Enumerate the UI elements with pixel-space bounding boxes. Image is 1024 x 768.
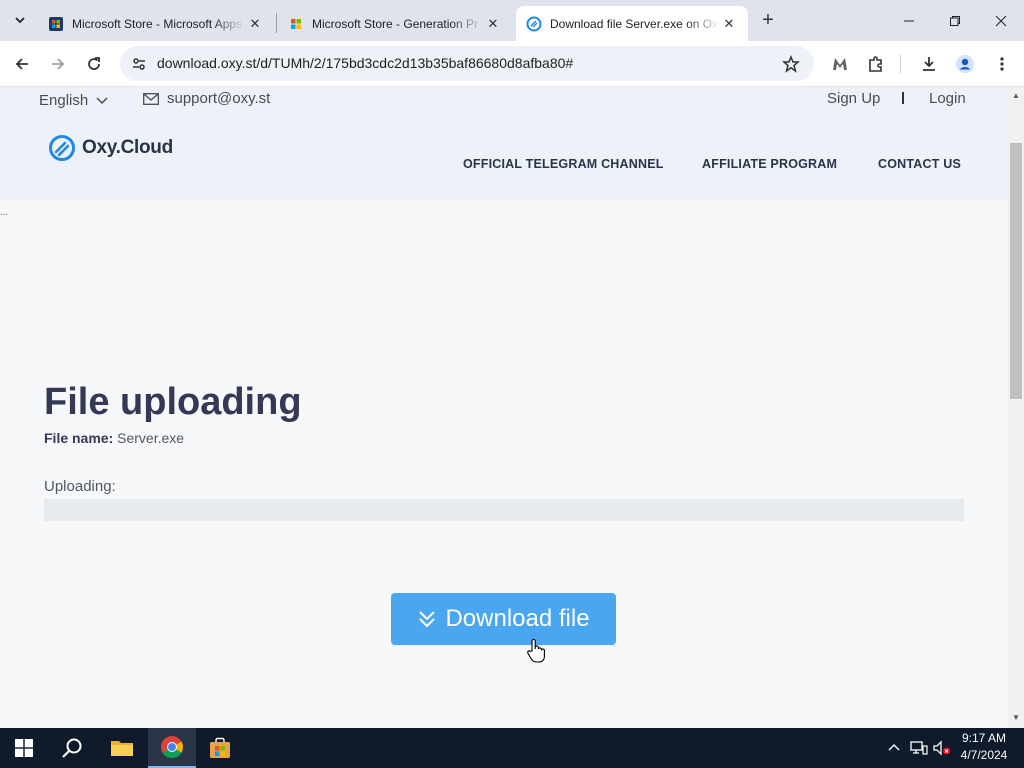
microsoft-store-icon bbox=[48, 16, 64, 32]
clock-date: 4/7/2024 bbox=[960, 748, 1008, 762]
download-icon bbox=[923, 57, 935, 71]
nav-telegram-channel[interactable]: OFFICIAL TELEGRAM CHANNEL bbox=[463, 157, 664, 171]
extensions-button[interactable] bbox=[862, 50, 890, 78]
chrome-taskbar-button[interactable] bbox=[148, 728, 196, 768]
sign-up-link[interactable]: Sign Up bbox=[827, 90, 880, 107]
close-tab-icon[interactable]: ✕ bbox=[246, 15, 264, 33]
windows-taskbar: 9:17 AM 4/7/2024 bbox=[0, 728, 1024, 768]
search-button[interactable] bbox=[48, 728, 96, 768]
edge-text: ... bbox=[0, 207, 9, 218]
language-label: English bbox=[39, 92, 89, 109]
close-tab-icon[interactable]: ✕ bbox=[720, 15, 738, 33]
toolbar-divider bbox=[900, 55, 901, 73]
file-explorer-button[interactable] bbox=[98, 728, 146, 768]
file-name-value: Server.exe bbox=[117, 430, 185, 446]
page-viewport: English support@oxy.st Sign Up Login Oxy… bbox=[0, 87, 1008, 728]
clock-time: 9:17 AM bbox=[961, 731, 1007, 745]
tab-microsoft-store-apps[interactable]: Microsoft Store - Microsoft Apps ✕ bbox=[38, 6, 274, 41]
scroll-down-icon[interactable]: ▼ bbox=[1012, 713, 1020, 722]
minimize-button[interactable] bbox=[886, 0, 932, 41]
back-button[interactable] bbox=[8, 50, 36, 78]
oxy-cloud-icon bbox=[526, 16, 542, 32]
chevron-down-icon bbox=[15, 17, 25, 24]
bookmark-star-icon[interactable] bbox=[780, 53, 802, 75]
chevron-down-icon bbox=[96, 96, 108, 104]
downloads-button[interactable] bbox=[915, 50, 943, 78]
profile-button[interactable] bbox=[951, 50, 979, 78]
browser-toolbar: download.oxy.st/d/TUMh/2/175bd3cdc2d13b3… bbox=[0, 41, 1024, 87]
site-info-icon[interactable] bbox=[128, 53, 150, 75]
menu-button[interactable] bbox=[988, 50, 1016, 78]
store-bag-icon bbox=[210, 737, 230, 758]
start-button[interactable] bbox=[0, 728, 48, 768]
volume-muted-icon bbox=[933, 740, 950, 756]
login-link[interactable]: Login bbox=[929, 90, 966, 107]
page-title: File uploading bbox=[44, 381, 302, 423]
kebab-menu-icon bbox=[1000, 57, 1004, 71]
support-email: support@oxy.st bbox=[167, 90, 271, 107]
windows-logo-icon bbox=[15, 739, 33, 757]
hand-cursor-icon bbox=[526, 638, 546, 669]
restore-button[interactable] bbox=[932, 0, 978, 41]
microsoft-logo-icon bbox=[288, 16, 304, 32]
logo-text: Oxy.Cloud bbox=[82, 137, 173, 158]
tab-separator bbox=[276, 13, 277, 33]
malwarebytes-extension-button[interactable] bbox=[826, 50, 854, 78]
language-selector[interactable]: English bbox=[39, 92, 108, 109]
tab-title: Download file Server.exe on Oxy.Cloud bbox=[550, 16, 720, 31]
tab-strip: Microsoft Store - Microsoft Apps ✕ Micro… bbox=[0, 0, 1024, 41]
arrow-left-icon bbox=[15, 58, 28, 70]
scroll-up-icon[interactable]: ▲ bbox=[1012, 91, 1020, 100]
file-name-label: File name: bbox=[44, 430, 114, 446]
tab-microsoft-store-generation[interactable]: Microsoft Store - Generation Pr ✕ bbox=[278, 6, 512, 41]
network-status[interactable] bbox=[910, 740, 928, 759]
tab-search-button[interactable] bbox=[8, 8, 32, 32]
forward-button[interactable] bbox=[44, 50, 72, 78]
address-bar[interactable]: download.oxy.st/d/TUMh/2/175bd3cdc2d13b3… bbox=[120, 46, 814, 81]
support-email-link[interactable]: support@oxy.st bbox=[143, 90, 270, 107]
search-icon bbox=[62, 738, 82, 758]
site-logo[interactable]: Oxy.Cloud bbox=[48, 134, 173, 162]
chrome-icon bbox=[161, 736, 183, 758]
minimize-icon bbox=[904, 20, 914, 21]
close-icon bbox=[995, 15, 1007, 26]
page-scrollbar[interactable]: ▲ ▼ bbox=[1008, 87, 1024, 728]
tab-download-server[interactable]: Download file Server.exe on Oxy.Cloud ✕ bbox=[516, 6, 748, 41]
restore-icon bbox=[950, 15, 960, 26]
double-chevron-down-icon bbox=[419, 611, 436, 628]
nav-affiliate-program[interactable]: AFFILIATE PROGRAM bbox=[702, 157, 837, 171]
upload-progress-bar bbox=[44, 499, 964, 521]
reload-icon bbox=[88, 57, 100, 70]
site-header: English support@oxy.st Sign Up Login Oxy… bbox=[0, 87, 1008, 200]
system-clock[interactable]: 9:17 AM 4/7/2024 bbox=[952, 730, 1016, 764]
network-icon bbox=[910, 741, 928, 755]
nav-contact-us[interactable]: CONTACT US bbox=[878, 157, 961, 171]
reload-button[interactable] bbox=[80, 50, 108, 78]
malwarebytes-icon bbox=[833, 58, 847, 70]
new-tab-button[interactable]: + bbox=[757, 9, 779, 31]
close-tab-icon[interactable]: ✕ bbox=[484, 15, 502, 33]
oxy-cloud-logo-icon bbox=[49, 135, 75, 161]
folder-icon bbox=[111, 741, 133, 756]
download-button-label: Download file bbox=[445, 605, 590, 632]
uploading-label: Uploading: bbox=[44, 478, 116, 495]
avatar-icon bbox=[956, 55, 974, 73]
scrollbar-thumb[interactable] bbox=[1010, 143, 1022, 399]
arrow-right-icon bbox=[52, 58, 65, 70]
show-hidden-icons[interactable] bbox=[888, 740, 900, 754]
download-file-button[interactable]: Download file bbox=[391, 593, 616, 645]
puzzle-icon bbox=[869, 56, 882, 72]
chevron-up-icon bbox=[888, 744, 900, 751]
tab-title: Microsoft Store - Generation Pr bbox=[312, 16, 479, 31]
microsoft-store-taskbar-button[interactable] bbox=[196, 728, 244, 768]
url-text: download.oxy.st/d/TUMh/2/175bd3cdc2d13b3… bbox=[157, 55, 574, 71]
close-window-button[interactable] bbox=[978, 0, 1024, 41]
volume-status[interactable] bbox=[933, 740, 951, 759]
file-name-row: File name: Server.exe bbox=[44, 430, 184, 446]
mail-icon bbox=[143, 92, 159, 105]
tab-title: Microsoft Store - Microsoft Apps bbox=[72, 16, 243, 31]
auth-divider bbox=[902, 92, 904, 104]
